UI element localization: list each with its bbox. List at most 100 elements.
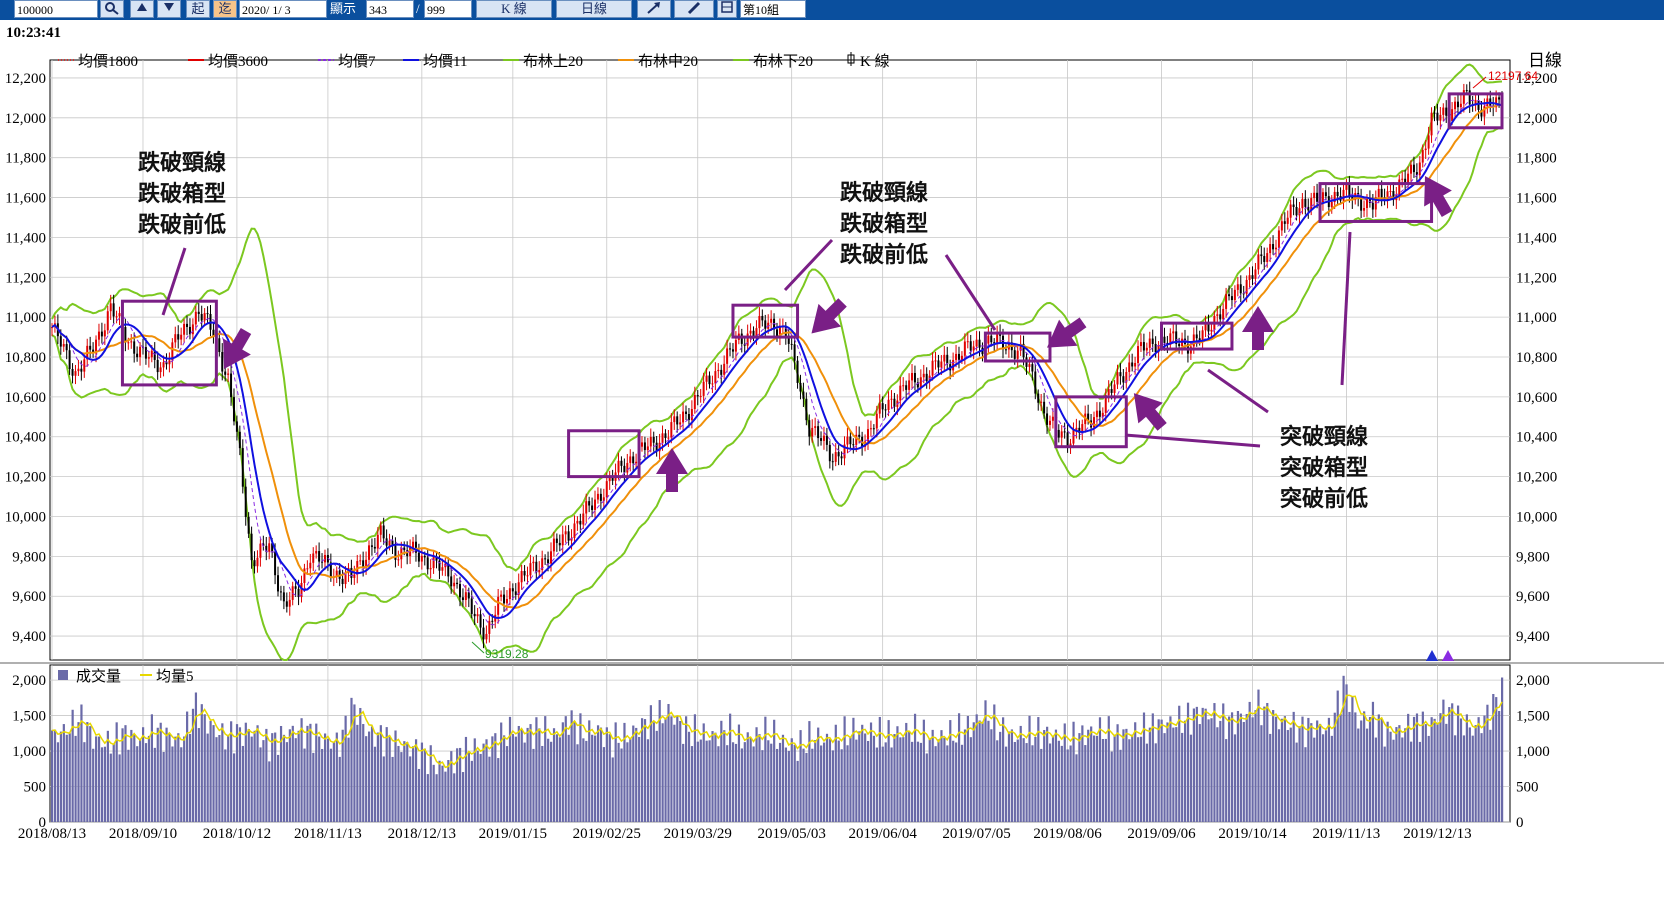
volume-bar — [1166, 722, 1169, 822]
candle-body — [717, 369, 720, 372]
volume-bar — [726, 745, 729, 822]
layout-button[interactable] — [717, 0, 737, 18]
candle-body — [538, 570, 541, 573]
volume-bar — [820, 745, 823, 822]
volume-bar — [1254, 710, 1257, 822]
volume-bar — [1095, 735, 1099, 822]
period-dropdown[interactable]: 日線 — [556, 0, 632, 18]
volume-bar — [1019, 725, 1022, 822]
search-icon-button[interactable] — [100, 0, 124, 18]
volume-bar — [250, 736, 253, 822]
volume-bar — [488, 756, 491, 822]
pen-tool-button[interactable] — [674, 0, 714, 18]
candle-body — [940, 361, 943, 368]
volume-bar — [869, 722, 873, 822]
candle-body — [177, 334, 180, 340]
candle-body — [1163, 336, 1166, 343]
group-dropdown[interactable]: 第10組 — [740, 0, 806, 18]
search-icon — [105, 2, 119, 15]
volume-bar — [746, 732, 749, 822]
price-tick-right: 11,600 — [1516, 191, 1557, 207]
candle-body — [711, 383, 714, 385]
candle-body — [726, 348, 729, 364]
volume-bar — [303, 748, 306, 822]
candle-body — [1407, 173, 1410, 184]
end-button[interactable]: 迄 — [213, 0, 237, 18]
candle-body — [1034, 371, 1037, 394]
candle-body — [594, 499, 597, 510]
volume-bar — [315, 723, 318, 822]
volume-bar — [1010, 729, 1014, 822]
volume-bar — [1316, 720, 1319, 822]
candle-body — [764, 320, 767, 329]
volume-bar — [68, 733, 71, 822]
volume-bar — [1195, 706, 1198, 822]
candle-body — [315, 551, 318, 554]
candle-body — [931, 360, 934, 376]
candle-body — [412, 541, 415, 548]
volume-bar — [1239, 713, 1242, 822]
total-count-input[interactable]: 999 — [424, 0, 472, 18]
legend-label: 均價1800 — [78, 53, 138, 70]
candle-body — [1248, 275, 1251, 280]
start-button[interactable]: 起 — [186, 0, 210, 18]
volume-bar — [893, 734, 896, 822]
candle-body — [544, 558, 547, 560]
down-arrow-button[interactable] — [157, 0, 181, 18]
volume-bar — [1301, 716, 1304, 822]
candle-body — [599, 493, 602, 501]
candle-body — [1280, 221, 1283, 231]
price-tick-right: 11,200 — [1516, 270, 1557, 286]
candle-body — [156, 359, 159, 373]
volume-bar — [573, 721, 576, 822]
candle-body — [799, 382, 802, 392]
volume-bar — [1465, 714, 1468, 822]
candle-body — [130, 341, 133, 343]
volume-bar — [626, 742, 629, 822]
candle-body — [987, 335, 990, 344]
candle-body — [869, 428, 872, 430]
volume-bar — [186, 711, 189, 822]
volume-bar — [1139, 736, 1143, 822]
volume-bar — [136, 746, 139, 822]
volume-bar — [124, 725, 127, 822]
candle-body — [183, 323, 186, 335]
date-input[interactable]: 2020/ 1/ 3 — [239, 0, 327, 18]
volume-bar — [417, 768, 421, 822]
candle-body — [1230, 296, 1233, 301]
candle-body — [529, 563, 532, 576]
up-arrow-button[interactable] — [130, 0, 154, 18]
candle-body — [1365, 198, 1368, 208]
candle-body — [1128, 362, 1131, 372]
candle-body — [1057, 429, 1060, 438]
candle-body — [470, 598, 473, 614]
volume-bar — [594, 735, 597, 822]
candle-body — [664, 433, 667, 439]
candle-body — [65, 344, 68, 351]
candle-body — [1433, 112, 1436, 114]
volume-bar — [435, 774, 438, 822]
volume-bar — [159, 722, 162, 822]
candle-body — [852, 444, 855, 446]
candle-body — [476, 614, 479, 617]
candle-body — [1110, 389, 1113, 393]
candle-body — [450, 576, 453, 587]
kline-dropdown[interactable]: K 線 — [476, 0, 552, 18]
volume-bar — [153, 747, 156, 822]
volume-bar — [1292, 711, 1295, 822]
date-label: 2019/09/06 — [1127, 826, 1196, 842]
volume-bar — [206, 733, 209, 822]
display-count-input[interactable]: 343 — [366, 0, 414, 18]
candle-body — [913, 372, 916, 383]
code-input[interactable]: 100000 — [14, 0, 98, 18]
draw-tool-button[interactable] — [637, 0, 671, 18]
volume-bar — [908, 731, 911, 822]
candle-body — [1228, 294, 1231, 297]
candle-body — [605, 481, 608, 498]
candle-body — [1063, 431, 1066, 433]
candle-body — [1269, 244, 1272, 254]
volume-bar — [141, 727, 145, 822]
candle-body — [696, 395, 699, 397]
volume-bar — [1134, 722, 1137, 822]
volume-bar — [1339, 713, 1342, 822]
